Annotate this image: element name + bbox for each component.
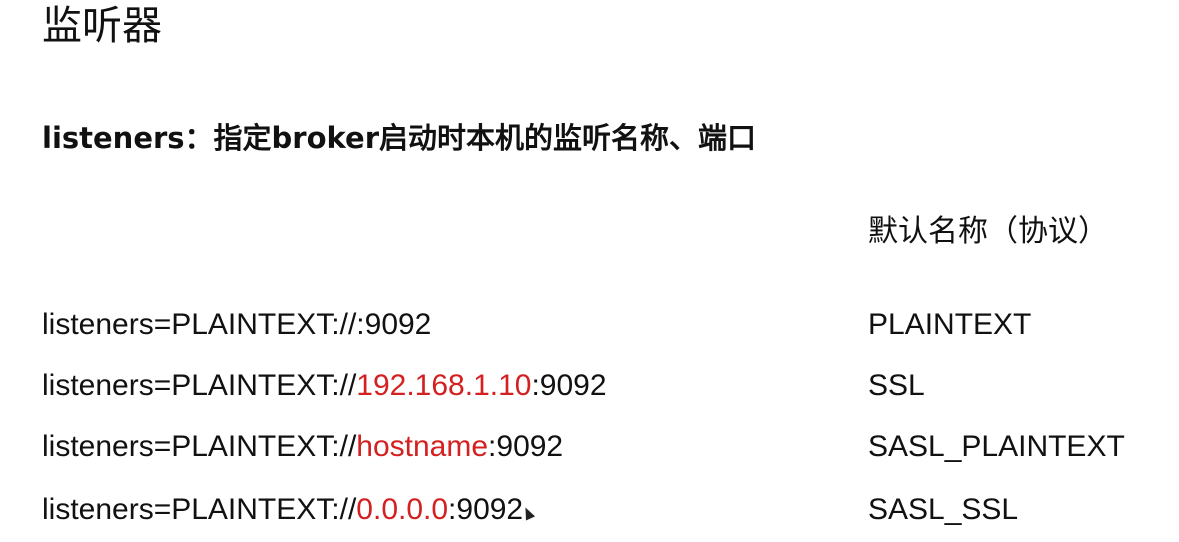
listener-line-4: listeners=PLAINTEXT://0.0.0.0:9092 — [42, 490, 523, 530]
protocol-sasl-ssl: SASL_SSL — [868, 493, 1019, 526]
listener-line-2: listeners=PLAINTEXT://192.168.1.10:9092 — [42, 366, 607, 406]
listener-host: hostname — [356, 430, 489, 463]
listener-port: :9092 — [448, 493, 524, 526]
protocol-column-header: 默认名称（协议） — [868, 214, 1108, 249]
protocol-sasl-plaintext: SASL_PLAINTEXT — [868, 430, 1125, 463]
listener-prefix: listeners=PLAINTEXT:// — [42, 308, 357, 341]
protocol-plaintext: PLAINTEXT — [868, 308, 1032, 341]
listener-prefix: listeners=PLAINTEXT:// — [42, 430, 357, 463]
listener-prefix: listeners=PLAINTEXT:// — [42, 493, 357, 526]
listener-prefix: listeners=PLAINTEXT:// — [42, 369, 357, 402]
listener-port: :9092 — [356, 308, 432, 341]
listener-host: 0.0.0.0 — [356, 493, 449, 526]
protocol-ssl: SSL — [868, 369, 925, 402]
listener-host: 192.168.1.10 — [356, 369, 532, 402]
listener-line-1: listeners=PLAINTEXT://:9092 — [42, 305, 431, 345]
listeners-description: listeners：指定broker启动时本机的监听名称、端口 — [42, 121, 757, 155]
listener-port: :9092 — [531, 369, 607, 402]
page-title: 监听器 — [42, 3, 162, 49]
listener-port: :9092 — [488, 430, 564, 463]
listener-line-3: listeners=PLAINTEXT://hostname:9092 — [42, 427, 563, 467]
